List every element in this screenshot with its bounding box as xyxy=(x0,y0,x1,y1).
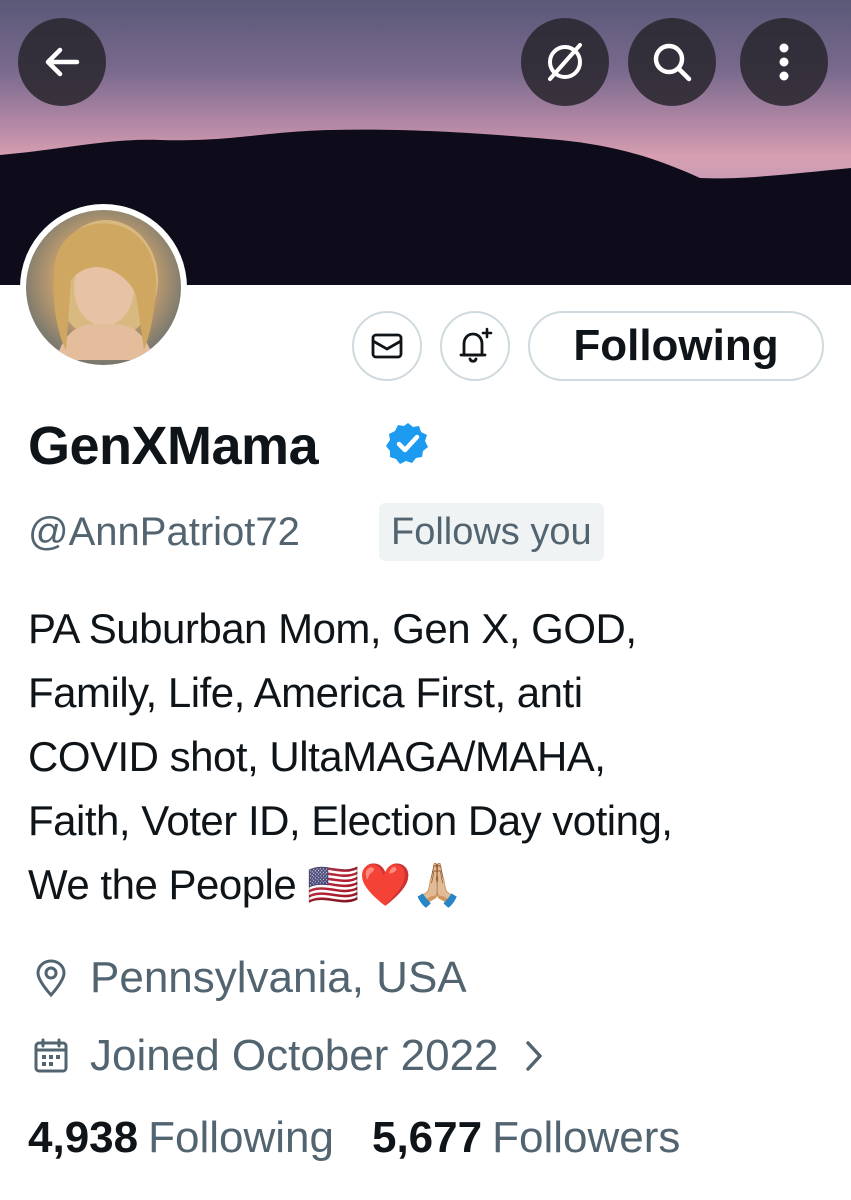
following-button-label: Following xyxy=(573,321,779,370)
avatar-photo xyxy=(26,210,181,365)
bio-line: Faith, Voter ID, Election Day voting, xyxy=(28,797,673,844)
follows-you-label: Follows you xyxy=(391,510,592,553)
verified-badge-icon[interactable] xyxy=(385,421,431,467)
location-text: Pennsylvania, USA xyxy=(90,953,467,1002)
bio-line: COVID shot, UltaMAGA/MAHA, xyxy=(28,733,606,780)
notify-button[interactable] xyxy=(440,311,510,381)
joined-text: Joined October 2022 xyxy=(90,1031,499,1080)
bio: PA Suburban Mom, Gen X, GOD, Family, Lif… xyxy=(28,597,838,917)
bio-line: We the People 🇺🇸❤️🙏🏼 xyxy=(28,861,463,908)
grok-button[interactable] xyxy=(521,18,609,106)
more-button[interactable] xyxy=(740,18,828,106)
grok-icon xyxy=(548,43,582,81)
bell-plus-icon xyxy=(459,327,493,363)
arrow-left-icon xyxy=(45,47,80,77)
avatar[interactable] xyxy=(20,204,187,371)
follow-counts: 4,938 Following 5,677 Followers xyxy=(28,1113,680,1163)
follows-you-badge: Follows you xyxy=(379,503,604,561)
message-button[interactable] xyxy=(352,311,422,381)
calendar-icon xyxy=(28,1033,74,1079)
bio-line: Family, Life, America First, anti xyxy=(28,669,583,716)
following-button[interactable]: Following xyxy=(528,311,824,381)
back-button[interactable] xyxy=(18,18,106,106)
envelope-icon xyxy=(371,333,403,359)
following-count[interactable]: 4,938 xyxy=(28,1113,138,1163)
search-icon xyxy=(653,43,692,82)
followers-label[interactable]: Followers xyxy=(492,1113,680,1163)
display-name: GenXMama xyxy=(28,416,319,476)
location-pin-icon xyxy=(28,955,74,1001)
location-row: Pennsylvania, USA xyxy=(28,953,467,1003)
followers-count[interactable]: 5,677 xyxy=(372,1113,482,1163)
chevron-right-icon xyxy=(523,1039,545,1073)
following-label[interactable]: Following xyxy=(148,1113,334,1163)
bio-line: PA Suburban Mom, Gen X, GOD, xyxy=(28,605,637,652)
more-vertical-icon xyxy=(779,43,789,81)
user-handle: @AnnPatriot72 xyxy=(28,510,300,554)
search-button[interactable] xyxy=(628,18,716,106)
joined-row[interactable]: Joined October 2022 xyxy=(28,1031,545,1081)
